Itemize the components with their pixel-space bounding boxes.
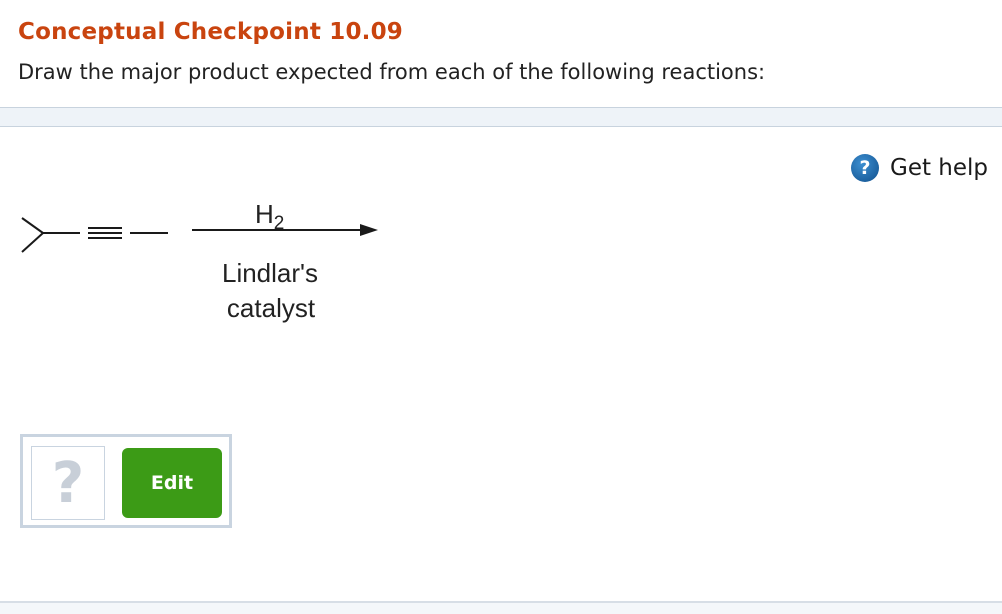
alkyne-structure — [21, 217, 168, 253]
question-prompt: Draw the major product expected from eac… — [18, 60, 766, 84]
reaction-arrow — [192, 224, 378, 236]
reagent-label: H2 — [255, 199, 284, 234]
section-divider — [0, 107, 1002, 127]
page-title: Conceptual Checkpoint 10.09 — [18, 19, 403, 45]
get-help-link[interactable]: ? Get help — [851, 154, 988, 182]
answer-placeholder-icon[interactable]: ? — [31, 446, 105, 520]
answer-drawing-area: ? Edit — [20, 434, 232, 528]
question-icon: ? — [851, 154, 879, 182]
condition-line-2: catalyst — [227, 293, 316, 323]
edit-button[interactable]: Edit — [122, 448, 222, 518]
reaction-scheme: H2 Lindlar's catalyst — [21, 199, 378, 323]
bottom-divider — [0, 601, 1002, 614]
get-help-label: Get help — [890, 155, 989, 181]
condition-line-1: Lindlar's — [222, 258, 318, 288]
